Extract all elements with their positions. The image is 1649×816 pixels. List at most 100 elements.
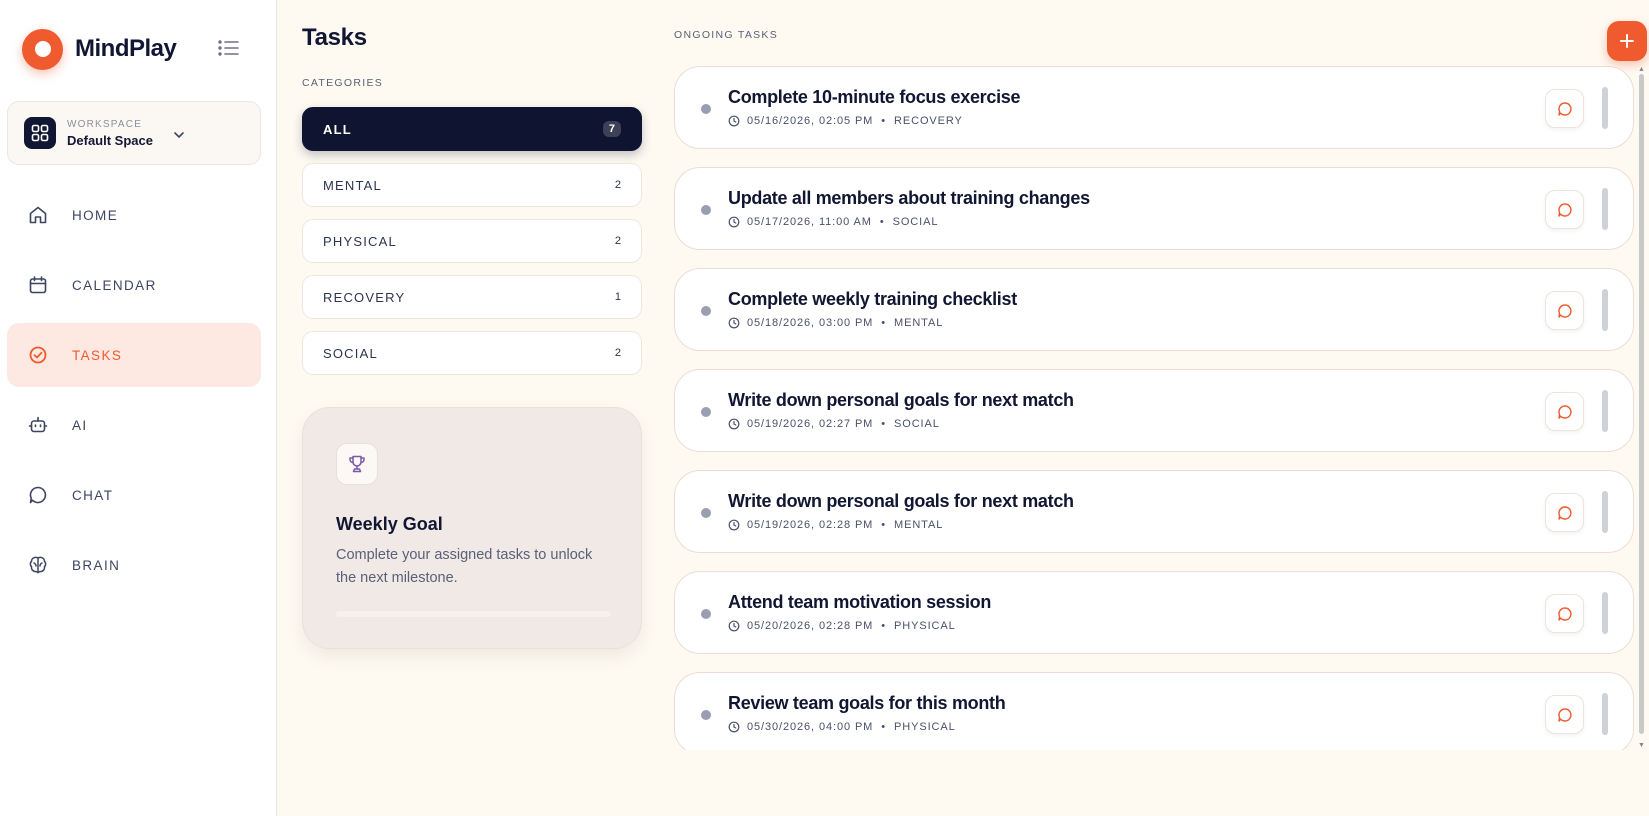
meta-separator: •	[881, 620, 887, 632]
task-meta: 05/30/2026, 04:00 PM • PHYSICAL	[728, 721, 956, 733]
category-count: 1	[614, 291, 621, 303]
task-row[interactable]: Update all members about training change…	[674, 167, 1634, 250]
categories-heading: CATEGORIES	[302, 77, 384, 89]
sidebar-item-tasks[interactable]: TASKS	[7, 323, 261, 387]
task-chat-button[interactable]	[1545, 392, 1584, 431]
task-status-dot[interactable]	[701, 710, 711, 720]
drag-handle[interactable]	[1602, 592, 1608, 634]
clock-icon	[728, 418, 740, 430]
task-chat-button[interactable]	[1545, 493, 1584, 532]
category-count: 2	[614, 235, 621, 247]
category-label: RECOVERY	[323, 289, 406, 305]
sidebar-item-brain[interactable]: BRAIN	[7, 533, 261, 597]
task-chat-button[interactable]	[1545, 695, 1584, 734]
task-chat-button[interactable]	[1545, 89, 1584, 128]
task-list-scrollbar[interactable]: ▲ ▼	[1637, 66, 1647, 750]
drag-handle[interactable]	[1602, 390, 1608, 432]
chat-bubble-icon	[1557, 505, 1573, 521]
clock-icon	[728, 216, 740, 228]
add-task-button[interactable]	[1607, 21, 1647, 61]
sidebar-item-label: HOME	[72, 207, 119, 223]
grid-icon	[24, 117, 56, 149]
task-row[interactable]: Review team goals for this month 05/30/20…	[674, 672, 1634, 750]
task-row[interactable]: Attend team motivation session 05/20/2026…	[674, 571, 1634, 654]
sidebar-item-chat[interactable]: CHAT	[7, 463, 261, 527]
category-label: SOCIAL	[323, 345, 378, 361]
task-row[interactable]: Write down personal goals for next match…	[674, 470, 1634, 553]
task-title: Attend team motivation session	[728, 592, 992, 612]
menu-list-icon[interactable]	[217, 38, 241, 58]
sidebar-item-label: AI	[72, 417, 88, 433]
drag-handle[interactable]	[1602, 289, 1608, 331]
scroll-thumb[interactable]	[1639, 74, 1644, 734]
task-status-dot[interactable]	[701, 205, 711, 215]
sidebar-item-home[interactable]: HOME	[7, 183, 261, 247]
task-meta: 05/20/2026, 02:28 PM • PHYSICAL	[728, 620, 956, 632]
task-row[interactable]: Complete weekly training checklist 05/18/…	[674, 268, 1634, 351]
category-mental[interactable]: MENTAL 2	[302, 163, 642, 207]
task-status-dot[interactable]	[701, 104, 711, 114]
task-chat-button[interactable]	[1545, 594, 1584, 633]
task-category: RECOVERY	[894, 115, 963, 127]
ongoing-tasks-heading: ONGOING TASKS	[674, 29, 779, 41]
meta-separator: •	[881, 721, 887, 733]
task-title: Write down personal goals for next match	[728, 491, 1074, 511]
sidebar-item-calendar[interactable]: CALENDAR	[7, 253, 261, 317]
task-datetime: 05/19/2026, 02:28 PM	[747, 519, 874, 531]
chat-bubble-icon	[1557, 101, 1573, 117]
sidebar-item-ai[interactable]: AI	[7, 393, 261, 457]
category-label: PHYSICAL	[323, 233, 397, 249]
task-meta: 05/18/2026, 03:00 PM • MENTAL	[728, 317, 943, 329]
category-social[interactable]: SOCIAL 2	[302, 331, 642, 375]
chat-bubble-icon	[1557, 303, 1573, 319]
category-recovery[interactable]: RECOVERY 1	[302, 275, 642, 319]
drag-handle[interactable]	[1602, 693, 1608, 735]
meta-separator: •	[881, 519, 887, 531]
workspace-selector[interactable]: WORKSPACE Default Space	[7, 101, 261, 165]
task-category: MENTAL	[894, 519, 944, 531]
meta-separator: •	[881, 115, 887, 127]
clock-icon	[728, 115, 740, 127]
task-datetime: 05/20/2026, 02:28 PM	[747, 620, 874, 632]
task-datetime: 05/30/2026, 04:00 PM	[747, 721, 874, 733]
page-title: Tasks	[302, 24, 367, 51]
check-circle-icon	[27, 344, 49, 366]
robot-icon	[27, 414, 49, 436]
calendar-icon	[27, 274, 49, 296]
plus-icon	[1620, 34, 1634, 48]
drag-handle[interactable]	[1602, 188, 1608, 230]
task-title: Review team goals for this month	[728, 693, 1006, 713]
task-status-dot[interactable]	[701, 508, 711, 518]
scroll-up-arrow-icon[interactable]: ▲	[1638, 66, 1645, 74]
category-physical[interactable]: PHYSICAL 2	[302, 219, 642, 263]
task-row[interactable]: Write down personal goals for next match…	[674, 369, 1634, 452]
category-all[interactable]: ALL 7	[302, 107, 642, 151]
task-status-dot[interactable]	[701, 609, 711, 619]
task-status-dot[interactable]	[701, 407, 711, 417]
task-row[interactable]: Complete 10-minute focus exercise 05/16/2…	[674, 66, 1634, 149]
task-datetime: 05/19/2026, 02:27 PM	[747, 418, 874, 430]
chat-bubble-icon	[27, 484, 49, 506]
weekly-goal-title: Weekly Goal	[336, 514, 443, 534]
drag-handle[interactable]	[1602, 87, 1608, 129]
brand[interactable]: MindPlay	[22, 28, 177, 70]
drag-handle[interactable]	[1602, 491, 1608, 533]
meta-separator: •	[881, 418, 887, 430]
task-chat-button[interactable]	[1545, 291, 1584, 330]
task-category: SOCIAL	[892, 216, 939, 228]
task-status-dot[interactable]	[701, 306, 711, 316]
scroll-down-arrow-icon[interactable]: ▼	[1638, 742, 1645, 750]
weekly-goal-card: Weekly Goal Complete your assigned tasks…	[302, 407, 642, 649]
chat-bubble-icon	[1557, 606, 1573, 622]
task-title: Complete 10-minute focus exercise	[728, 87, 1021, 107]
weekly-goal-description: Complete your assigned tasks to unlock t…	[336, 547, 593, 586]
task-chat-button[interactable]	[1545, 190, 1584, 229]
task-title: Complete weekly training checklist	[728, 289, 1017, 309]
home-icon	[27, 204, 49, 226]
chat-bubble-icon	[1557, 202, 1573, 218]
logo-icon	[22, 28, 63, 70]
task-meta: 05/19/2026, 02:27 PM • SOCIAL	[728, 418, 940, 430]
category-label: ALL	[323, 121, 352, 137]
sidebar-item-label: CHAT	[72, 487, 114, 503]
task-category: MENTAL	[894, 317, 944, 329]
